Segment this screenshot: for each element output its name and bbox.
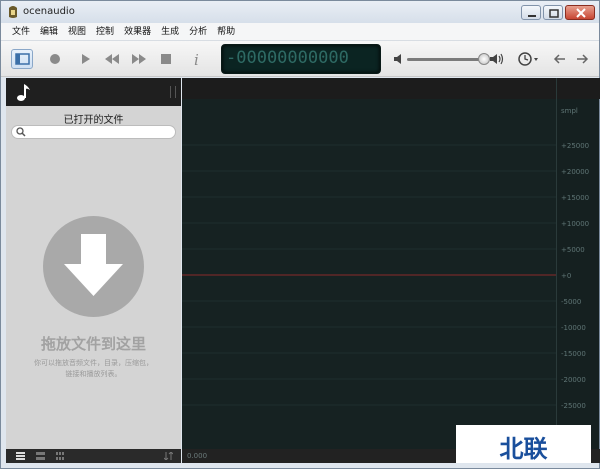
scale-tick: +5000 bbox=[561, 246, 585, 254]
sidebar-header bbox=[6, 78, 181, 106]
menu-edit[interactable]: 编辑 bbox=[35, 23, 63, 40]
grid-view-icon[interactable] bbox=[56, 452, 65, 460]
file-search-input[interactable] bbox=[11, 125, 176, 139]
title-bar: ocenaudio bbox=[1, 1, 599, 23]
toolbar: i -00000000000 bbox=[1, 41, 599, 77]
sidebar-icon bbox=[15, 53, 30, 65]
scale-tick: -5000 bbox=[561, 298, 582, 306]
stop-icon bbox=[161, 54, 171, 64]
menu-view[interactable]: 视图 bbox=[63, 23, 91, 40]
amplitude-scale: smpl +25000 +20000 +15000 +10000 +5000 +… bbox=[556, 78, 600, 463]
maximize-icon bbox=[549, 9, 559, 18]
scale-tick: +0 bbox=[561, 272, 572, 280]
record-button[interactable] bbox=[46, 50, 64, 68]
history-dropdown[interactable] bbox=[517, 50, 541, 68]
volume-high-button[interactable] bbox=[488, 50, 506, 68]
menu-effects[interactable]: 效果器 bbox=[119, 23, 156, 40]
download-arrow-icon bbox=[64, 234, 123, 296]
drop-zone[interactable] bbox=[43, 216, 144, 317]
sidebar-title: 已打开的文件 bbox=[63, 115, 124, 126]
close-icon bbox=[576, 8, 586, 18]
forward-button[interactable] bbox=[573, 50, 591, 68]
scale-tick: +10000 bbox=[561, 220, 590, 228]
rewind-icon bbox=[105, 54, 119, 64]
app-logo-icon bbox=[9, 6, 17, 18]
detail-view-icon[interactable] bbox=[36, 452, 45, 460]
drop-description: 你可以拖放音频文件，目录，压缩包，链接和播放列表。 bbox=[34, 359, 153, 378]
app-window: ocenaudio 文件 编辑 视图 控制 效果器 生成 分析 帮助 i -00… bbox=[0, 0, 600, 469]
watermark: 北联 bbox=[456, 425, 591, 463]
menu-control[interactable]: 控制 bbox=[91, 23, 119, 40]
sort-icon[interactable] bbox=[164, 452, 173, 460]
info-button[interactable]: i bbox=[188, 50, 206, 68]
volume-high-icon bbox=[490, 53, 504, 65]
scale-header bbox=[557, 78, 600, 99]
volume-slider-track[interactable] bbox=[407, 58, 487, 61]
drop-title: 拖放文件到这里 bbox=[40, 335, 146, 353]
minimize-button[interactable] bbox=[521, 5, 541, 20]
menu-file[interactable]: 文件 bbox=[7, 23, 35, 40]
scale-tick: -10000 bbox=[561, 324, 586, 332]
play-button[interactable] bbox=[76, 50, 94, 68]
play-icon bbox=[82, 54, 90, 64]
info-icon: i bbox=[194, 51, 199, 68]
waveform-view[interactable]: 0.000 bbox=[182, 78, 556, 463]
menu-help[interactable]: 帮助 bbox=[212, 23, 240, 40]
menu-analyze[interactable]: 分析 bbox=[184, 23, 212, 40]
sidebar-resize-handle[interactable] bbox=[170, 86, 176, 98]
record-icon bbox=[50, 54, 60, 64]
fast-forward-icon bbox=[132, 54, 146, 64]
clock-icon bbox=[518, 52, 538, 66]
watermark-text: 北联 bbox=[499, 435, 548, 463]
minimize-icon bbox=[528, 15, 536, 17]
search-icon bbox=[16, 127, 26, 137]
menu-generate[interactable]: 生成 bbox=[156, 23, 184, 40]
arrow-right-icon bbox=[577, 54, 589, 64]
music-note-icon[interactable] bbox=[14, 81, 36, 103]
window-title: ocenaudio bbox=[23, 6, 75, 17]
fast-forward-button[interactable] bbox=[130, 50, 148, 68]
sidebar-footer bbox=[6, 449, 181, 463]
scale-tick: -25000 bbox=[561, 402, 586, 410]
close-button[interactable] bbox=[565, 5, 595, 20]
sidebar-toggle-button[interactable] bbox=[11, 49, 33, 69]
arrow-left-icon bbox=[553, 54, 565, 64]
menu-bar: 文件 编辑 视图 控制 效果器 生成 分析 帮助 bbox=[1, 23, 599, 41]
scale-tick: +25000 bbox=[561, 142, 590, 150]
back-button[interactable] bbox=[551, 50, 569, 68]
scale-tick: +15000 bbox=[561, 194, 590, 202]
time-readout: -00000000000 bbox=[226, 48, 349, 68]
timeline-start-label: 0.000 bbox=[187, 452, 208, 460]
scale-tick: -20000 bbox=[561, 376, 586, 384]
svg-text:i: i bbox=[194, 51, 199, 68]
scale-tick: +20000 bbox=[561, 168, 590, 176]
stop-button[interactable] bbox=[157, 50, 175, 68]
maximize-button[interactable] bbox=[543, 5, 563, 20]
rewind-button[interactable] bbox=[103, 50, 121, 68]
scale-tick: -15000 bbox=[561, 350, 586, 358]
waveform-overview[interactable] bbox=[182, 78, 556, 99]
list-view-icon[interactable] bbox=[16, 452, 25, 460]
waveform-grid bbox=[182, 144, 556, 406]
time-display: -00000000000 bbox=[221, 44, 381, 74]
scale-unit: smpl bbox=[561, 107, 578, 115]
files-sidebar: 已打开的文件 拖放文件到这里 你可以拖放音频文件，目录，压缩包，链接和播放列表。 bbox=[6, 78, 181, 463]
